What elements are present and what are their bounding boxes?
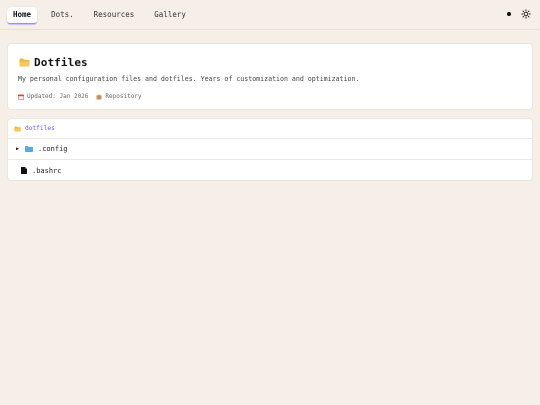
- dot-icon[interactable]: [507, 12, 511, 16]
- top-navigation-bar: Home Dots. Resources Gallery: [0, 0, 540, 30]
- meta-row: Updated: Jan 2026 Repository: [18, 93, 142, 100]
- header-card: Dotfiles My personal configuration files…: [7, 43, 533, 110]
- tree-path[interactable]: dotfiles: [25, 125, 55, 132]
- file-tree: dotfiles ▶ .config .bashrc: [7, 118, 533, 181]
- top-icons: [507, 9, 531, 19]
- caret-right-icon[interactable]: ▶: [16, 146, 24, 152]
- repository-link[interactable]: Repository: [96, 93, 142, 100]
- folder-icon: [25, 146, 33, 152]
- sun-icon[interactable]: [521, 9, 531, 19]
- tree-row-config[interactable]: ▶ .config: [8, 139, 532, 160]
- repository-text: Repository: [105, 93, 142, 100]
- folder-icon: [14, 125, 21, 132]
- tab-resources[interactable]: Resources: [88, 7, 141, 24]
- updated-meta: Updated: Jan 2026: [18, 93, 88, 100]
- tree-breadcrumb: dotfiles: [8, 119, 532, 139]
- tree-item-label: .bashrc: [32, 166, 62, 175]
- page-description: My personal configuration files and dotf…: [18, 75, 360, 83]
- calendar-icon: [18, 94, 24, 100]
- tab-dots[interactable]: Dots.: [45, 7, 80, 24]
- updated-text: Updated: Jan 2026: [27, 93, 89, 100]
- nav-tabs: Home Dots. Resources Gallery: [7, 7, 192, 24]
- tab-home[interactable]: Home: [7, 7, 38, 24]
- folder-icon: [19, 58, 30, 67]
- title-row: Dotfiles: [19, 56, 88, 69]
- package-icon: [96, 93, 102, 99]
- page-title: Dotfiles: [34, 56, 88, 69]
- file-icon: [21, 167, 27, 174]
- tree-item-label: .config: [38, 145, 68, 153]
- tree-row-bashrc[interactable]: .bashrc: [8, 160, 532, 181]
- tab-gallery[interactable]: Gallery: [148, 7, 192, 24]
